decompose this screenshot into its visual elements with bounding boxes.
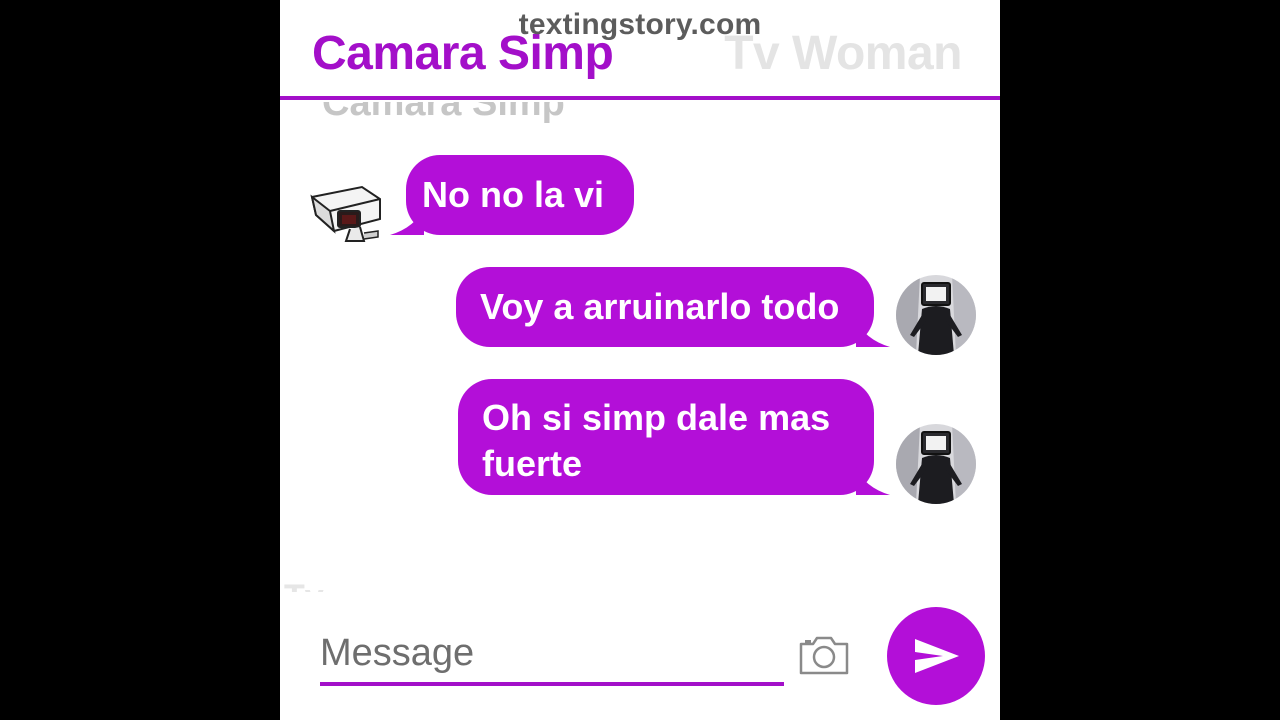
header-divider [280,96,1000,100]
tv-woman-avatar-icon [896,424,976,504]
bubble-tail-right [856,467,890,495]
message-text-2: Voy a arruinarlo todo [480,286,840,327]
chat-screen: Camara Simp Tv Woman textingstory.com Ca… [280,0,1000,720]
send-button[interactable] [887,607,985,705]
message-bubble-2[interactable]: Voy a arruinarlo todo [456,267,890,347]
send-icon [915,639,959,673]
faded-next-name-text: Tv Woman [284,580,454,592]
tv-woman-avatar-2 [896,424,976,504]
message-input-underline [320,682,784,686]
message-bubble-3[interactable]: Oh si simp dale mas fuerte [458,379,890,495]
tv-woman-avatar-icon [896,275,976,355]
message-text-3: Oh si simp dale mas fuerte [482,397,831,484]
tv-woman-avatar-1 [896,275,976,355]
message-bubble-1[interactable]: No no la vi [390,155,634,235]
bubble-tail-right [856,319,890,347]
camera-button[interactable] [798,634,850,676]
bubble-tail-left [390,207,424,235]
security-camera-avatar [304,175,388,247]
watermark: textingstory.com [518,8,762,41]
message-text-1: No no la vi [422,174,605,215]
camera-icon [799,636,849,675]
message-input[interactable]: Message [320,632,474,675]
security-camera-icon [310,185,381,242]
faded-next-name: Tv Woman [284,580,454,592]
